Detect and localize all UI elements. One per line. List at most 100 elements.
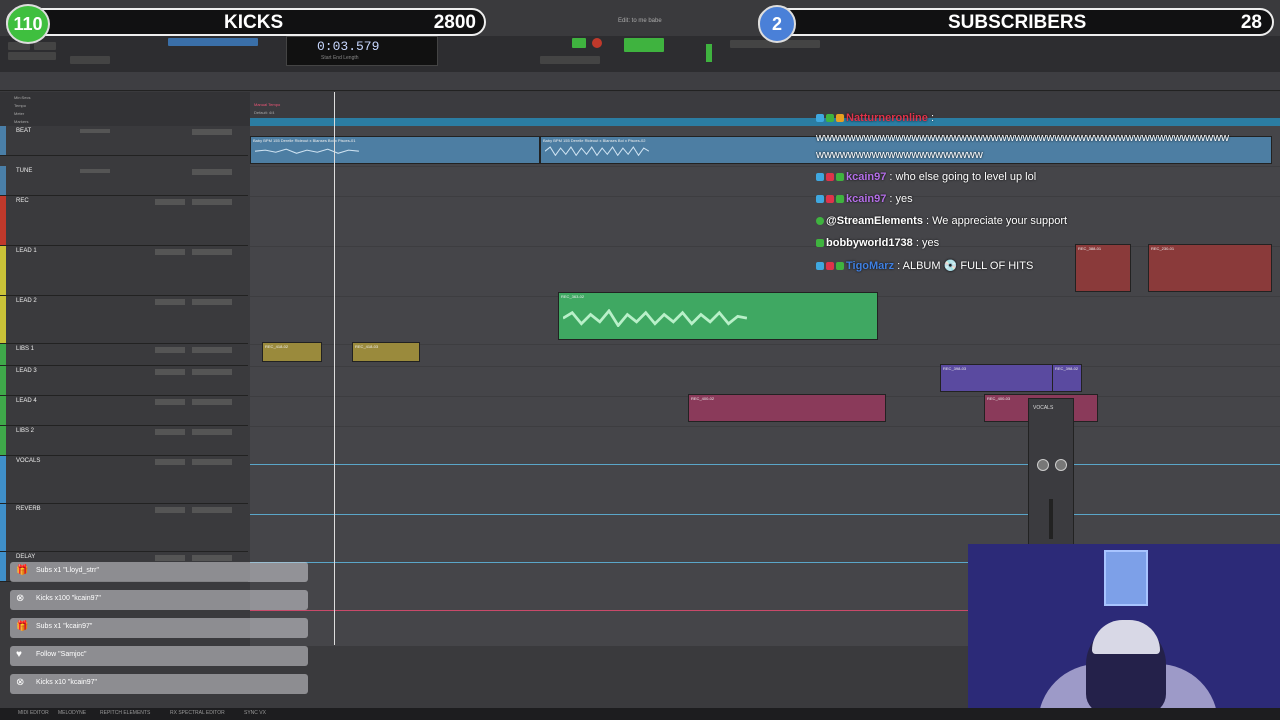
track-lead-1[interactable]: LEAD 1 <box>0 246 248 296</box>
status-tab[interactable]: MELODYNE <box>58 710 86 716</box>
track-io[interactable] <box>192 507 232 513</box>
session-overview[interactable] <box>0 72 1280 91</box>
track-libs-1[interactable]: LIBS 1 <box>0 344 248 366</box>
track-inserts[interactable] <box>155 399 185 405</box>
chat-text: : We appreciate your support <box>922 215 1068 227</box>
markers-ruler[interactable] <box>250 118 1280 126</box>
track-io[interactable] <box>192 369 232 375</box>
audio-clip[interactable]: Baby BPM 155 Derelle Rideout x Blanses B… <box>250 136 540 164</box>
track-tune[interactable]: TUNE <box>0 166 248 196</box>
track-lead-3[interactable]: LEAD 3 <box>0 366 248 396</box>
record-button[interactable] <box>592 38 602 48</box>
track-inserts[interactable] <box>155 507 185 513</box>
lane-divider <box>250 366 1280 367</box>
track-io[interactable] <box>192 129 232 135</box>
audio-clip[interactable]: REC_230-01 <box>1148 244 1272 292</box>
alert-text: Follow "Samjoc" <box>36 651 87 658</box>
track-inserts[interactable] <box>155 369 185 375</box>
pan-knob-left[interactable] <box>1037 459 1049 471</box>
track-io[interactable] <box>192 169 232 175</box>
lane-divider <box>250 166 1280 167</box>
pan-knob-right[interactable] <box>1055 459 1067 471</box>
toolbar-tool-group[interactable] <box>168 38 258 46</box>
track-name: TUNE <box>16 168 33 174</box>
audio-clip[interactable]: REC_418-02 <box>262 342 322 362</box>
track-libs-2[interactable]: LIBS 2 <box>0 426 248 456</box>
track-inserts[interactable] <box>155 347 185 353</box>
count-off-toggle[interactable] <box>624 38 664 52</box>
track-inserts[interactable] <box>155 199 185 205</box>
track-controls[interactable] <box>80 169 110 173</box>
alert-item: 🎁 Subs x1 "Lloyd_strr" <box>10 562 308 582</box>
bottom-status-bar: MIDI EDITOR MELODYNE REPITCH ELEMENTS RX… <box>0 708 1280 720</box>
kick-icon: ⊗ <box>16 677 25 688</box>
track-vocals[interactable]: VOCALS <box>0 456 248 504</box>
audio-clip[interactable]: REC_400-02 <box>688 394 886 422</box>
transport-buttons[interactable] <box>540 56 600 64</box>
status-tab[interactable]: SYNC VX <box>244 710 266 716</box>
status-tab[interactable]: RX SPECTRAL EDITOR <box>170 710 225 716</box>
status-tab[interactable]: MIDI EDITOR <box>18 710 49 716</box>
track-inserts[interactable] <box>155 299 185 305</box>
track-lead-4[interactable]: LEAD 4 <box>0 396 248 426</box>
clip-name: REC_398-03 <box>943 366 967 371</box>
main-counter[interactable]: 0:03.579 Start End Length <box>286 36 438 66</box>
alert-item: ♥ Follow "Samjoc" <box>10 646 308 666</box>
clip-name: REC_418-03 <box>355 344 379 349</box>
floating-mixer-strip[interactable]: VOCALS <box>1028 398 1074 546</box>
subscribers-badge: 2 <box>758 5 796 43</box>
play-button[interactable] <box>572 38 586 48</box>
track-name: BEAT <box>16 128 32 134</box>
track-io[interactable] <box>192 459 232 465</box>
audio-clip[interactable]: REC_398-03 <box>940 364 1055 392</box>
lane-divider <box>250 426 1280 427</box>
track-inserts[interactable] <box>155 459 185 465</box>
playhead-cursor[interactable] <box>334 92 335 645</box>
toolbar-mode-button[interactable] <box>34 42 56 50</box>
chat-message: @StreamElements : We appreciate your sup… <box>816 215 1067 227</box>
track-inserts[interactable] <box>155 429 185 435</box>
track-io[interactable] <box>192 199 232 205</box>
status-tab[interactable]: REPITCH ELEMENTS <box>100 710 150 716</box>
chat-text: : yes <box>912 237 940 249</box>
audio-clip[interactable]: REC_418-03 <box>352 342 420 362</box>
track-io[interactable] <box>192 399 232 405</box>
ruler-labels: Min:Secs Tempo Meter Markers <box>0 92 250 126</box>
chat-message: wwwwwwwwwwwwwwwwwwwww <box>816 149 983 161</box>
toolbar-grid-buttons[interactable] <box>70 56 110 64</box>
alert-text: Kicks x10 "kcain97" <box>36 679 97 686</box>
track-name: VOCALS <box>16 458 41 464</box>
track-io[interactable] <box>192 347 232 353</box>
chat-message: bobbyworld1738 : yes <box>816 237 939 249</box>
track-rec[interactable]: REC <box>0 196 248 246</box>
audio-clip[interactable]: REC_388-01 <box>1075 244 1131 292</box>
clip-waveform <box>255 148 359 154</box>
audio-clip[interactable]: REC_363-02 <box>558 292 878 340</box>
alert-text: Subs x1 "Lloyd_strr" <box>36 567 99 574</box>
kicks-title: KICKS <box>224 12 284 33</box>
track-io[interactable] <box>192 429 232 435</box>
track-lead-2[interactable]: LEAD 2 <box>0 296 248 344</box>
track-name: LEAD 1 <box>16 248 37 254</box>
track-reverb[interactable]: REVERB <box>0 504 248 552</box>
track-inserts[interactable] <box>155 555 185 561</box>
window-title: Edit: to me babe <box>618 18 662 24</box>
chat-username: kcain97 <box>846 171 887 183</box>
volume-fader[interactable] <box>1049 499 1053 539</box>
timeline-ruler[interactable]: Manual Tempo Default: 4/4 <box>250 92 1280 119</box>
chat-message: wwwwwwwwwwwwwwwwwwwwwwwwwwwwwwwwwwwwwwww… <box>816 132 1229 144</box>
chat-message: Natturneronline : <box>816 112 934 124</box>
alert-item: ⊗ Kicks x10 "kcain97" <box>10 674 308 694</box>
track-beat[interactable]: BEAT <box>0 126 248 156</box>
toolbar-edit-mode[interactable] <box>8 52 56 60</box>
clip-name: REC_400-03 <box>987 396 1011 401</box>
gift-icon: 🎁 <box>16 565 29 576</box>
streamer-cap <box>1092 620 1160 654</box>
track-inserts[interactable] <box>155 249 185 255</box>
audio-clip[interactable]: REC_398-02 <box>1052 364 1082 392</box>
track-controls[interactable] <box>80 129 110 133</box>
track-io[interactable] <box>192 249 232 255</box>
track-io[interactable] <box>192 555 232 561</box>
track-name: LIBS 1 <box>16 346 35 352</box>
track-io[interactable] <box>192 299 232 305</box>
